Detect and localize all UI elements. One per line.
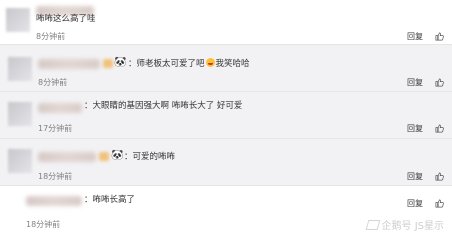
comment-text: ：可爱的咘咘: [124, 152, 176, 162]
avatar[interactable]: [8, 102, 32, 126]
comment-3: ：大眼睛的基因强大啊 咘咘长大了 好可爱 17分钟前 回复: [0, 92, 452, 139]
comment-time: 17分钟前: [38, 124, 73, 133]
thumbs-up-icon: [435, 172, 444, 181]
thumbs-up-icon: [435, 199, 444, 208]
reply-button[interactable]: 回复: [407, 171, 423, 182]
like-button[interactable]: [435, 32, 444, 41]
reply-label: 回复: [407, 124, 423, 133]
username-blurred[interactable]: [26, 196, 82, 206]
panda-emoji-icon: 🐼: [111, 150, 124, 161]
avatar[interactable]: [8, 57, 32, 81]
comment-actions: 回复: [407, 123, 444, 134]
watermark: 企鹅号 JS星示: [365, 217, 444, 232]
comment-actions: 回复: [407, 198, 444, 209]
username-blurred[interactable]: [38, 103, 82, 113]
panda-emoji-icon: 🐼: [114, 57, 127, 68]
comment-time: 18分钟前: [38, 172, 73, 181]
like-button[interactable]: [435, 78, 444, 87]
username-blurred[interactable]: [38, 152, 96, 162]
avatar[interactable]: [8, 149, 32, 173]
vip-badge-blurred: [103, 59, 113, 68]
thumbs-up-icon: [435, 78, 444, 87]
laughing-emoji-icon: [205, 58, 215, 67]
vip-badge-blurred: [99, 152, 109, 161]
thumbs-up-icon: [435, 124, 444, 133]
reply-button[interactable]: 回复: [407, 31, 423, 42]
like-button[interactable]: [435, 199, 444, 208]
comment-text: ：咘咘长高了: [84, 195, 136, 205]
avatar[interactable]: [6, 8, 30, 32]
comment-text: ：师老板太可爱了吧 我笑哈哈: [128, 58, 250, 69]
thumbs-up-icon: [435, 32, 444, 41]
comment-time: 8分钟前: [38, 78, 68, 87]
like-button[interactable]: [435, 172, 444, 181]
comment-1: 咘咘这么高了哇 8分钟前 回复: [0, 0, 452, 45]
reply-label: 回复: [407, 78, 423, 87]
reply-label: 回复: [407, 172, 423, 181]
comment-actions: 回复: [407, 31, 444, 42]
comment-actions: 回复: [407, 171, 444, 182]
username-blurred[interactable]: [38, 59, 100, 69]
reply-button[interactable]: 回复: [407, 198, 423, 209]
comment-4: 🐼 ：可爱的咘咘 18分钟前 回复: [0, 139, 452, 186]
comment-2: 🐼 ：师老板太可爱了吧 我笑哈哈 8分钟前 回复: [0, 45, 452, 92]
comment-time: 8分钟前: [36, 32, 66, 41]
reply-label: 回复: [407, 199, 423, 208]
reply-button[interactable]: 回复: [407, 77, 423, 88]
like-button[interactable]: [435, 124, 444, 133]
comment-actions: 回复: [407, 77, 444, 88]
reply-label: 回复: [407, 32, 423, 41]
watermark-text: 企鹅号 JS星示: [381, 221, 444, 232]
comment-time: 18分钟前: [26, 220, 61, 229]
watermark-logo-icon: [365, 219, 380, 230]
reply-button[interactable]: 回复: [407, 123, 423, 134]
comment-text: 咘咘这么高了哇: [36, 14, 96, 24]
comment-text: ：大眼睛的基因强大啊 咘咘长大了 好可爱: [84, 101, 243, 111]
